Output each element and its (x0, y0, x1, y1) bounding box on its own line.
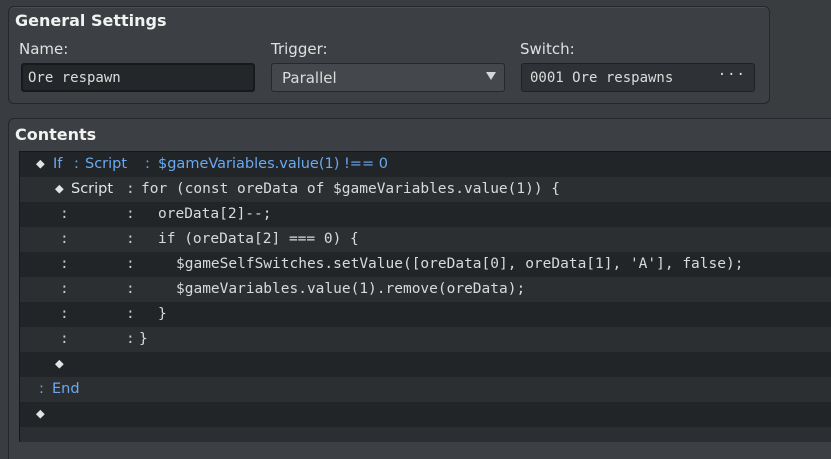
diamond-icon: ◆ (55, 356, 64, 372)
indent-colon: : (126, 306, 135, 322)
command-row-script-line[interactable]: : : $gameVariables.value(1).remove(oreDa… (20, 277, 831, 302)
script-code: $gameVariables.value(1).remove(oreData); (176, 281, 526, 297)
more-options-icon[interactable]: ··· (718, 67, 746, 83)
if-condition-code: $gameVariables.value(1) !== 0 (158, 156, 388, 172)
trigger-label: Trigger: (271, 40, 328, 58)
script-code: for (const oreData of $gameVariables.val… (141, 181, 561, 197)
switch-field[interactable]: 0001 Ore respawns ··· (521, 63, 755, 92)
command-row-blank (20, 427, 831, 442)
script-code: if (oreData[2] === 0) { (158, 231, 359, 247)
contents-title: Contents (15, 125, 97, 144)
diamond-icon: ◆ (36, 406, 45, 422)
indent-colon: : (60, 281, 69, 297)
command-row-script-line[interactable]: : : $gameSelfSwitches.setValue([oreData[… (20, 252, 831, 277)
event-command-list[interactable]: ◆ If : Script : $gameVariables.value(1) … (19, 151, 831, 442)
trigger-select[interactable]: Parallel (271, 63, 505, 92)
name-value: Ore respawn (28, 69, 121, 86)
name-input[interactable]: Ore respawn (21, 63, 255, 92)
indent-colon: : (126, 281, 135, 297)
script-code: } (139, 331, 148, 347)
command-row-script-line[interactable]: : : } (20, 302, 831, 327)
switch-value: 0001 Ore respawns (530, 69, 674, 86)
chevron-down-icon (486, 72, 496, 80)
command-row-empty[interactable]: ◆ (20, 402, 831, 427)
indent-colon: : (126, 256, 135, 272)
script-keyword: Script (85, 156, 128, 172)
command-row-empty[interactable]: ◆ (20, 352, 831, 377)
indent-colon: : (60, 306, 69, 322)
script-colon: : (145, 156, 150, 172)
switch-label: Switch: (520, 40, 575, 58)
indent-colon: : (126, 206, 135, 222)
script-label: Script (71, 181, 114, 197)
script-colon: : (126, 181, 135, 197)
script-code: } (158, 306, 167, 322)
command-row-script-line[interactable]: : : oreData[2]--; (20, 202, 831, 227)
indent-colon: : (60, 256, 69, 272)
if-colon: : (74, 156, 79, 172)
indent-colon: : (60, 331, 69, 347)
indent-colon: : (60, 231, 69, 247)
script-code: oreData[2]--; (158, 206, 272, 222)
trigger-value: Parallel (282, 68, 337, 87)
indent-colon: : (60, 206, 69, 222)
command-row-end[interactable]: : End (20, 377, 831, 402)
name-label: Name: (19, 40, 69, 58)
indent-colon: : (126, 231, 135, 247)
command-row-script-line[interactable]: : : } (20, 327, 831, 352)
if-keyword: If (53, 156, 63, 172)
command-row-script-line[interactable]: : : if (oreData[2] === 0) { (20, 227, 831, 252)
general-settings-title: General Settings (15, 11, 167, 30)
diamond-icon: ◆ (55, 181, 64, 197)
diamond-icon: ◆ (36, 156, 45, 172)
command-row-script[interactable]: ◆ Script : for (const oreData of $gameVa… (20, 177, 831, 202)
end-colon: : (39, 381, 44, 397)
indent-colon: : (126, 331, 135, 347)
end-keyword: End (52, 381, 80, 397)
script-code: $gameSelfSwitches.setValue([oreData[0], … (176, 256, 744, 272)
command-row-if[interactable]: ◆ If : Script : $gameVariables.value(1) … (20, 152, 831, 177)
